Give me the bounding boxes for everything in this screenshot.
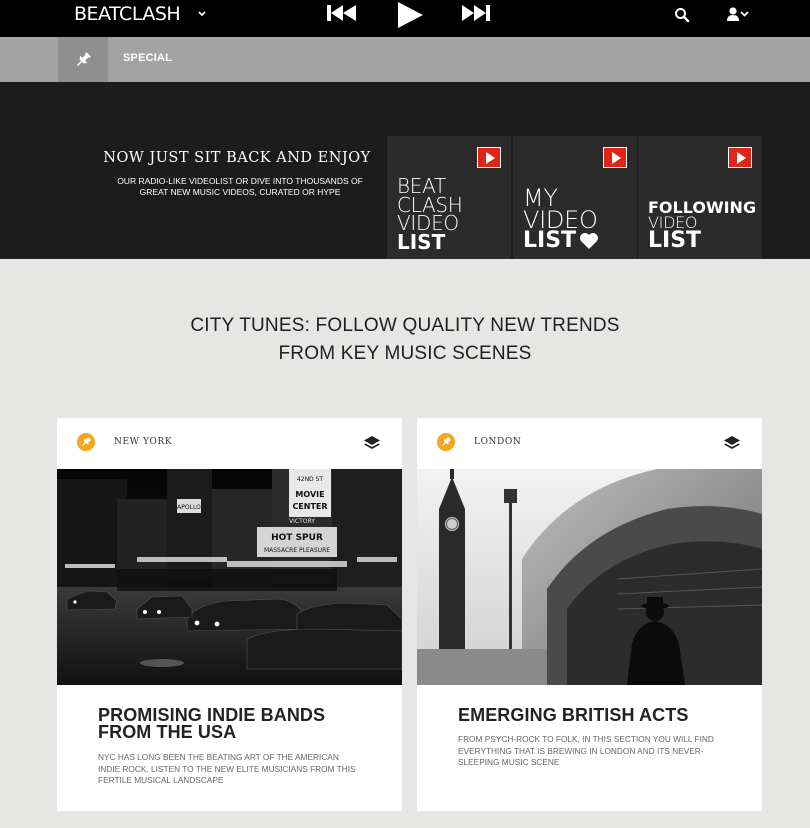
hero-subtitle: OUR RADIO-LIKE VIDEOLIST OR DIVE INTO TH… [117,176,363,197]
following-videolist-tile[interactable]: FOLLOWING VIDEO LIST [638,136,762,259]
pin-icon [76,52,91,67]
section-title: CITY TUNES: FOLLOW QUALITY NEW TRENDS FR… [0,312,810,368]
tile-label: BEAT CLASH VIDEO LIST [397,176,463,254]
tile-line-bold: LIST [397,229,446,254]
apollo-sign: APOLLO [177,504,201,511]
skip-back-icon[interactable] [326,3,358,25]
tile-label: MY VIDEO LIST [523,186,599,253]
card-title[interactable]: EMERGING BRITISH ACTS [458,706,728,724]
pleasure-sign: MASSACRE PLEASURE [264,547,330,554]
new-york-photo[interactable]: APOLLO MOVIE CENTER 42ND ST HOT SPUR MAS… [57,469,402,685]
chevron-down-icon[interactable] [196,8,208,20]
pin-icon [437,433,455,451]
section-title-line: CITY TUNES: FOLLOW QUALITY NEW TRENDS [190,315,620,336]
tile-line-bold: LIST [648,227,702,253]
street-sign: 42ND ST [297,476,323,483]
card-description: FROM PSYCH-ROCK TO FOLK, IN THIS SECTION… [458,734,714,767]
hero-title: NOW JUST SIT BACK AND ENJOY [103,150,371,166]
pin-icon [77,433,95,451]
tile-line-bold: LIST [523,227,599,253]
city-card-new-york[interactable]: NEW YORK APOLLO MOVIE CENTER 42ND ST HOT… [57,418,402,811]
card-header: LONDON [417,418,762,469]
sub-bar: SPECIAL [0,37,810,82]
tile-label: FOLLOWING VIDEO LIST [648,200,756,253]
card-title[interactable]: PROMISING INDIE BANDS FROM THE USA [98,706,368,741]
play-icon[interactable] [395,1,425,29]
section-title-line: FROM KEY MUSIC SCENES [278,343,532,364]
center-sign: CENTER [292,502,327,511]
top-bar: BEATCLASH [0,0,810,37]
london-photo[interactable] [417,469,762,685]
city-name[interactable]: LONDON [474,437,521,447]
hero-banner: NOW JUST SIT BACK AND ENJOY OUR RADIO-LI… [0,82,810,259]
skip-forward-icon[interactable] [460,3,492,25]
special-tab[interactable]: SPECIAL [123,52,172,64]
movie-sign: MOVIE [295,490,324,499]
user-icon[interactable] [726,6,752,22]
heart-icon [580,232,599,249]
youtube-play-icon [728,147,752,168]
pin-button[interactable] [58,37,108,82]
card-header: NEW YORK [57,418,402,469]
victory-sign: VICTORY [289,518,315,525]
layers-icon[interactable] [723,434,741,452]
tile-line-bold-text: LIST [523,227,577,253]
youtube-play-icon [603,147,627,168]
beatclash-videolist-tile[interactable]: BEAT CLASH VIDEO LIST [387,136,511,259]
my-videolist-tile[interactable]: MY VIDEO LIST [513,136,637,259]
youtube-play-icon [477,147,501,168]
city-name[interactable]: NEW YORK [114,437,172,447]
logo[interactable]: BEATCLASH [74,3,181,25]
card-description: NYC HAS LONG BEEN THE BEATING ART OF THE… [98,752,356,785]
hot-spur-sign: HOT SPUR [271,533,323,543]
layers-icon[interactable] [363,434,381,452]
city-card-london[interactable]: LONDON EMERGING BRITISH ACTS FROM PSYCH-… [417,418,762,811]
search-icon[interactable] [674,7,690,23]
